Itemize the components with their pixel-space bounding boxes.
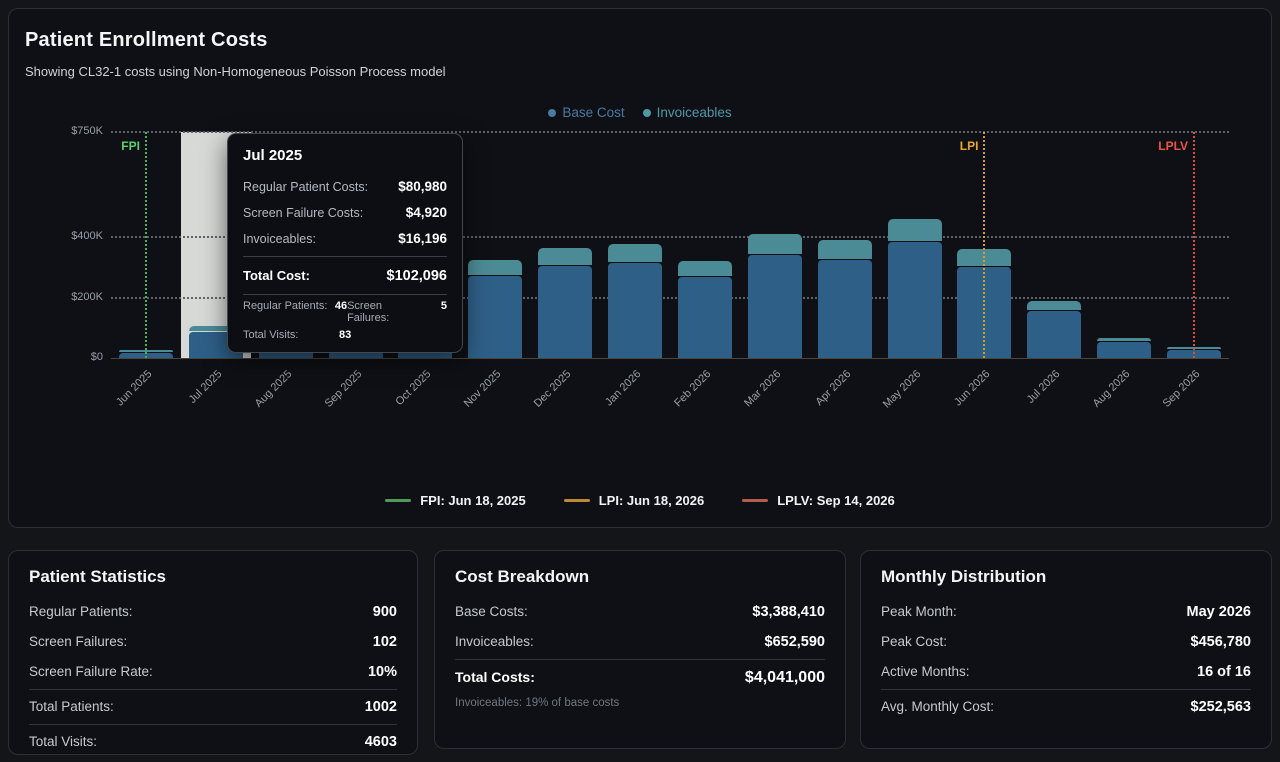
bar-invoiceables-segment[interactable]	[608, 244, 662, 262]
bar-base-segment[interactable]	[1027, 311, 1081, 358]
stat-row: Total Patients:1002	[29, 692, 397, 722]
bar-base-segment[interactable]	[678, 277, 732, 358]
tooltip-row-label: Invoiceables:	[243, 232, 316, 246]
fpi-marker-label: FPI	[82, 139, 140, 153]
card-title: Cost Breakdown	[455, 567, 825, 587]
lpi-marker-line	[983, 132, 985, 358]
x-axis-tick-label: Jul 2026	[998, 368, 1063, 433]
x-axis-tick-label: Jun 2025	[89, 368, 154, 433]
tooltip-divider	[243, 256, 447, 257]
bar-base-segment[interactable]	[1097, 342, 1151, 358]
lplv-line-icon	[742, 499, 768, 502]
x-axis-tick-label: Mar 2026	[718, 368, 783, 433]
stat-row: Screen Failures:102	[29, 627, 397, 657]
cost-breakdown-card: Cost Breakdown Base Costs:$3,388,410 Inv…	[434, 550, 846, 749]
x-axis-tick-label: Sep 2026	[1137, 368, 1202, 433]
tooltip-row-value: $16,196	[398, 231, 447, 246]
x-axis-tick-label: Nov 2025	[439, 368, 504, 433]
tooltip-total-row: Total Cost:$102,096	[243, 262, 447, 289]
chart-tooltip: Jul 2025 Regular Patient Costs: $80,980 S…	[227, 133, 463, 353]
bar-invoiceables-segment[interactable]	[1027, 301, 1081, 310]
tooltip-row-value: $80,980	[398, 179, 447, 194]
legend-item-lplv: LPLV: Sep 14, 2026	[742, 493, 895, 508]
divider	[29, 689, 397, 690]
bar-invoiceables-segment[interactable]	[818, 240, 872, 259]
lpi-marker-label: LPI	[920, 139, 978, 153]
x-axis-tick-label: Apr 2026	[788, 368, 853, 433]
bar-invoiceables-segment[interactable]	[888, 219, 942, 241]
legend-item-fpi: FPI: Jun 18, 2025	[385, 493, 526, 508]
bar-invoiceables-segment[interactable]	[748, 234, 802, 254]
x-axis-line	[111, 358, 1229, 359]
x-axis-tick-label: Jul 2025	[159, 368, 224, 433]
tooltip-month-title: Jul 2025	[243, 147, 447, 164]
fpi-line-icon	[385, 499, 411, 502]
stat-row: Peak Cost:$456,780	[881, 627, 1251, 657]
tooltip-patient-stats: Regular Patients:46 Screen Failures:5 To…	[243, 300, 447, 341]
divider	[881, 689, 1251, 690]
monthly-distribution-card: Monthly Distribution Peak Month:May 2026…	[860, 550, 1272, 749]
bar-invoiceables-segment[interactable]	[678, 261, 732, 276]
lplv-marker-line	[1193, 132, 1195, 358]
patient-statistics-card: Patient Statistics Regular Patients:900 …	[8, 550, 418, 755]
bar-base-segment[interactable]	[608, 263, 662, 358]
x-axis-tick-label: May 2026	[858, 368, 923, 433]
lpi-line-icon	[564, 499, 590, 502]
y-axis-tick-label: $0	[55, 351, 103, 363]
stat-row: Avg. Monthly Cost:$252,563	[881, 692, 1251, 722]
bar-base-segment[interactable]	[888, 242, 942, 358]
card-title: Patient Statistics	[29, 567, 397, 587]
stat-row: Peak Month:May 2026	[881, 597, 1251, 627]
stat-row: Total Visits:4603	[29, 727, 397, 757]
milestone-legend: FPI: Jun 18, 2025 LPI: Jun 18, 2026 LPLV…	[9, 493, 1271, 508]
divider	[455, 659, 825, 660]
stat-row: Base Costs:$3,388,410	[455, 597, 825, 627]
x-axis-tick-label: Dec 2025	[509, 368, 574, 433]
tooltip-row-label: Screen Failure Costs:	[243, 206, 363, 220]
stat-row: Regular Patients:900	[29, 597, 397, 627]
y-axis-tick-label: $750K	[55, 125, 103, 137]
bar-invoiceables-segment[interactable]	[468, 260, 522, 275]
enrollment-chart: $750K$400K$200K$0Jun 2025Jul 2025Aug 202…	[9, 9, 1271, 527]
invoiceables-footnote: Invoiceables: 19% of base costs	[455, 697, 825, 709]
total-costs-row: Total Costs:$4,041,000	[455, 662, 825, 694]
lplv-marker-label: LPLV	[1130, 139, 1188, 153]
legend-item-lpi: LPI: Jun 18, 2026	[564, 493, 705, 508]
x-axis-tick-label: Feb 2026	[648, 368, 713, 433]
bar-invoiceables-segment[interactable]	[1097, 338, 1151, 341]
stat-row: Invoiceables:$652,590	[455, 627, 825, 657]
stat-row: Screen Failure Rate:10%	[29, 657, 397, 687]
enrollment-costs-card: Patient Enrollment Costs Showing CL32-1 …	[8, 8, 1272, 528]
x-axis-tick-label: Aug 2025	[229, 368, 294, 433]
bar-base-segment[interactable]	[818, 260, 872, 358]
bar-base-segment[interactable]	[748, 255, 802, 358]
stat-row: Active Months:16 of 16	[881, 657, 1251, 687]
y-axis-tick-label: $200K	[55, 291, 103, 303]
x-axis-tick-label: Oct 2025	[369, 368, 434, 433]
bar-base-segment[interactable]	[468, 276, 522, 358]
x-axis-tick-label: Aug 2026	[1068, 368, 1133, 433]
tooltip-divider	[243, 294, 447, 295]
x-axis-tick-label: Jun 2026	[928, 368, 993, 433]
bar-invoiceables-segment[interactable]	[538, 248, 592, 265]
y-axis-tick-label: $400K	[55, 230, 103, 242]
tooltip-row-label: Regular Patient Costs:	[243, 180, 368, 194]
x-axis-tick-label: Sep 2025	[299, 368, 364, 433]
card-title: Monthly Distribution	[881, 567, 1251, 587]
divider	[29, 724, 397, 725]
x-axis-tick-label: Jan 2026	[578, 368, 643, 433]
fpi-marker-line	[145, 132, 147, 358]
tooltip-row-value: $4,920	[406, 205, 447, 220]
bar-base-segment[interactable]	[538, 266, 592, 358]
